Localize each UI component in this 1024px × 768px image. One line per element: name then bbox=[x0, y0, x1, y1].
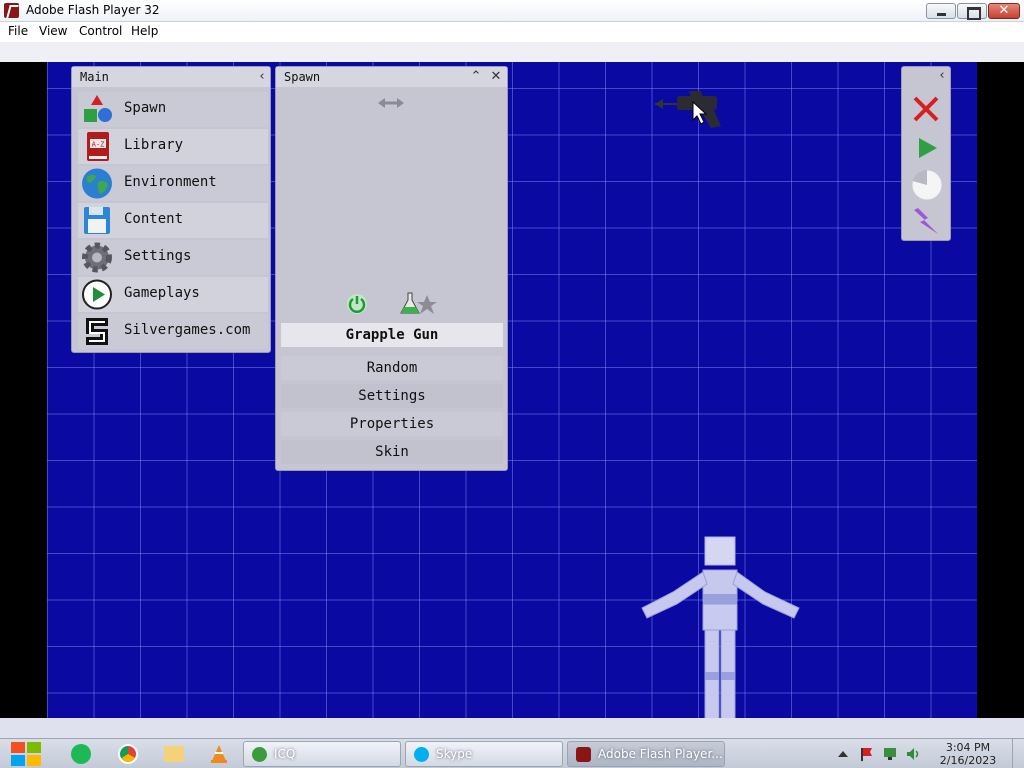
taskbar-app-label: Adobe Flash Player... bbox=[598, 747, 723, 761]
stage-bottom-border bbox=[0, 718, 1024, 738]
skype-icon bbox=[414, 747, 429, 762]
floppy-disk-icon bbox=[84, 207, 110, 234]
main-item-spawn[interactable]: Spawn bbox=[78, 92, 268, 127]
windows-start-icon[interactable] bbox=[8, 741, 44, 767]
taskbar-clock[interactable]: 3:04 PM 2/16/2023 bbox=[938, 741, 998, 767]
show-desktop-button[interactable] bbox=[1012, 739, 1024, 768]
main-panel-header: Main ‹ bbox=[72, 67, 270, 87]
close-spawn-panel-button[interactable]: ✕ bbox=[488, 69, 504, 85]
main-item-settings[interactable]: Settings bbox=[78, 240, 268, 275]
play-icon[interactable] bbox=[915, 136, 939, 160]
main-item-label: Spawn bbox=[124, 100, 167, 116]
grapple-arrow-icon bbox=[378, 98, 404, 108]
flash-player-icon bbox=[4, 3, 19, 18]
main-item-gameplays[interactable]: Gameplays bbox=[78, 277, 268, 312]
main-item-label: Library bbox=[124, 137, 184, 153]
main-item-library[interactable]: A-Z Library bbox=[78, 129, 268, 164]
flask-star-icon[interactable] bbox=[399, 291, 439, 317]
random-button[interactable]: Random bbox=[281, 356, 503, 380]
main-item-label: Content bbox=[124, 211, 184, 227]
menu-help[interactable]: Help bbox=[131, 24, 158, 38]
main-item-label: Silvergames.com bbox=[124, 322, 251, 338]
skin-button[interactable]: Skin bbox=[281, 440, 503, 464]
action-center-flag-icon[interactable] bbox=[859, 747, 873, 761]
main-item-label: Settings bbox=[124, 248, 192, 264]
stage-top-border bbox=[0, 42, 1024, 62]
tools-panel: ‹ bbox=[901, 66, 951, 241]
taskbar-app-skype[interactable]: Skype bbox=[405, 741, 563, 767]
main-item-environment[interactable]: Environment bbox=[78, 166, 268, 201]
clock-time: 3:04 PM bbox=[945, 741, 991, 754]
properties-button[interactable]: Properties bbox=[281, 412, 503, 436]
power-toggle-icon[interactable] bbox=[346, 293, 368, 315]
menu-view[interactable]: View bbox=[39, 24, 67, 38]
spawn-panel: Spawn ⌃ ✕ Grapple Gun Random Settings Pr… bbox=[275, 66, 508, 471]
maximize-button[interactable] bbox=[957, 3, 987, 20]
game-stage: Main ‹ Spawn A-Z Library Environment Con… bbox=[0, 62, 1024, 722]
menu-bar: File View Control Help bbox=[0, 22, 1024, 42]
screen: Adobe Flash Player 32 ✕ File View Contro… bbox=[0, 0, 1024, 768]
window-titlebar[interactable]: Adobe Flash Player 32 ✕ bbox=[0, 0, 1024, 22]
clock-date: 2/16/2023 bbox=[939, 754, 997, 767]
taskbar-app-icq[interactable]: ICQ bbox=[243, 741, 401, 767]
close-icon: ✕ bbox=[998, 3, 1010, 18]
spotify-icon[interactable] bbox=[71, 744, 91, 764]
taskbar: ICQ Skype Adobe Flash Player... 3:04 PM … bbox=[0, 738, 1024, 768]
globe-icon bbox=[82, 168, 112, 199]
book-a-z-icon: A-Z bbox=[87, 132, 109, 161]
time-pie-icon[interactable] bbox=[910, 168, 944, 202]
delete-x-icon[interactable] bbox=[911, 94, 941, 124]
play-circle-icon bbox=[82, 279, 112, 310]
taskbar-app-flash-player[interactable]: Adobe Flash Player... bbox=[567, 741, 725, 767]
silvergames-logo-icon bbox=[86, 318, 108, 345]
ragdoll-figure[interactable] bbox=[637, 532, 807, 722]
main-item-silvergames[interactable]: Silvergames.com bbox=[78, 314, 268, 349]
main-panel-title: Main bbox=[80, 70, 109, 84]
icq-icon bbox=[252, 747, 267, 762]
main-panel: Main ‹ Spawn A-Z Library Environment Con… bbox=[71, 66, 271, 353]
spawn-panel-title: Spawn bbox=[284, 70, 321, 84]
main-item-label: Gameplays bbox=[124, 285, 200, 301]
vlc-icon[interactable] bbox=[209, 744, 229, 764]
collapse-spawn-panel-button[interactable]: ⌃ bbox=[468, 69, 484, 85]
main-item-label: Environment bbox=[124, 174, 217, 190]
lightning-icon[interactable] bbox=[912, 206, 942, 236]
collapse-tools-panel-button[interactable]: ‹ bbox=[934, 68, 950, 84]
shapes-icon bbox=[84, 95, 112, 122]
collapse-main-panel-button[interactable]: ‹ bbox=[254, 69, 270, 85]
menu-file[interactable]: File bbox=[8, 24, 28, 38]
window-title: Adobe Flash Player 32 bbox=[26, 3, 160, 17]
spawn-panel-header: Spawn ⌃ ✕ bbox=[276, 67, 507, 87]
close-window-button[interactable]: ✕ bbox=[988, 3, 1020, 19]
svg-text:A-Z: A-Z bbox=[92, 141, 105, 149]
taskbar-app-label: Skype bbox=[436, 747, 473, 761]
grapple-gun-cursor bbox=[655, 91, 721, 128]
file-explorer-icon[interactable] bbox=[164, 746, 184, 762]
menu-control[interactable]: Control bbox=[79, 24, 122, 38]
selected-item-grapple-gun[interactable]: Grapple Gun bbox=[281, 323, 503, 347]
show-hidden-icons-icon[interactable] bbox=[836, 747, 850, 761]
volume-icon[interactable] bbox=[906, 747, 920, 761]
chrome-icon[interactable] bbox=[118, 744, 138, 764]
network-icon[interactable] bbox=[883, 747, 897, 761]
taskbar-app-label: ICQ bbox=[274, 747, 296, 761]
spawn-settings-button[interactable]: Settings bbox=[281, 384, 503, 408]
minimize-button[interactable] bbox=[926, 3, 956, 19]
flash-player-icon bbox=[576, 747, 591, 762]
gear-icon bbox=[82, 242, 112, 273]
main-item-content[interactable]: Content bbox=[78, 203, 268, 238]
